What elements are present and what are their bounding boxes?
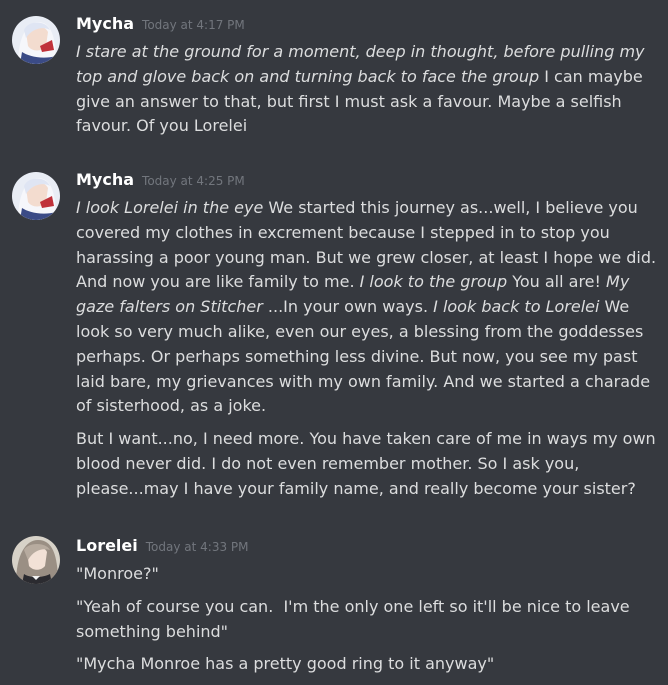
avatar[interactable] bbox=[12, 172, 60, 220]
message-header: Lorelei Today at 4:33 PM bbox=[76, 536, 660, 562]
message-body: I look Lorelei in the eye We started thi… bbox=[76, 196, 660, 502]
action-text: I look back to Lorelei bbox=[433, 297, 600, 317]
message-content: Lorelei Today at 4:33 PM "Monroe?" "Yeah … bbox=[76, 536, 660, 685]
message-body: I stare at the ground for a moment, deep… bbox=[76, 40, 660, 139]
speech-text: You all are! bbox=[507, 272, 607, 292]
message-content: Mycha Today at 4:25 PM I look Lorelei in… bbox=[76, 170, 660, 510]
message-body: "Monroe?" "Yeah of course you can. I'm th… bbox=[76, 562, 660, 677]
message-paragraph: I stare at the ground for a moment, deep… bbox=[76, 40, 660, 139]
username[interactable]: Lorelei bbox=[76, 536, 138, 555]
username[interactable]: Mycha bbox=[76, 14, 134, 33]
timestamp[interactable]: Today at 4:33 PM bbox=[146, 540, 249, 554]
message-header: Mycha Today at 4:17 PM bbox=[76, 14, 660, 40]
speech-text: "Mycha Monroe has a pretty good ring to … bbox=[76, 654, 495, 674]
message-header: Mycha Today at 4:25 PM bbox=[76, 170, 660, 196]
message-paragraph: I look Lorelei in the eye We started thi… bbox=[76, 196, 660, 419]
message-paragraph: "Mycha Monroe has a pretty good ring to … bbox=[76, 652, 660, 677]
message-paragraph: "Yeah of course you can. I'm the only on… bbox=[76, 595, 660, 645]
speech-text: "Yeah of course you can. I'm the only on… bbox=[76, 596, 635, 641]
speech-text: ...In your own ways. bbox=[262, 297, 434, 317]
avatar[interactable] bbox=[12, 536, 60, 584]
username[interactable]: Mycha bbox=[76, 170, 134, 189]
action-text: I look to the group bbox=[359, 272, 508, 292]
timestamp[interactable]: Today at 4:25 PM bbox=[142, 174, 245, 188]
speech-text: "Monroe?" bbox=[76, 564, 159, 583]
message-content: Mycha Today at 4:17 PM I stare at the gr… bbox=[76, 14, 660, 147]
speech-text: But I want...no, I need more. You have t… bbox=[76, 429, 661, 498]
avatar[interactable] bbox=[12, 16, 60, 64]
avatar-image bbox=[12, 172, 60, 220]
action-text: I look Lorelei in the eye bbox=[76, 198, 264, 217]
avatar-image bbox=[12, 536, 60, 584]
message-paragraph: But I want...no, I need more. You have t… bbox=[76, 427, 660, 501]
avatar-image bbox=[12, 16, 60, 64]
message-paragraph: "Monroe?" bbox=[76, 562, 660, 587]
timestamp[interactable]: Today at 4:17 PM bbox=[142, 18, 245, 32]
